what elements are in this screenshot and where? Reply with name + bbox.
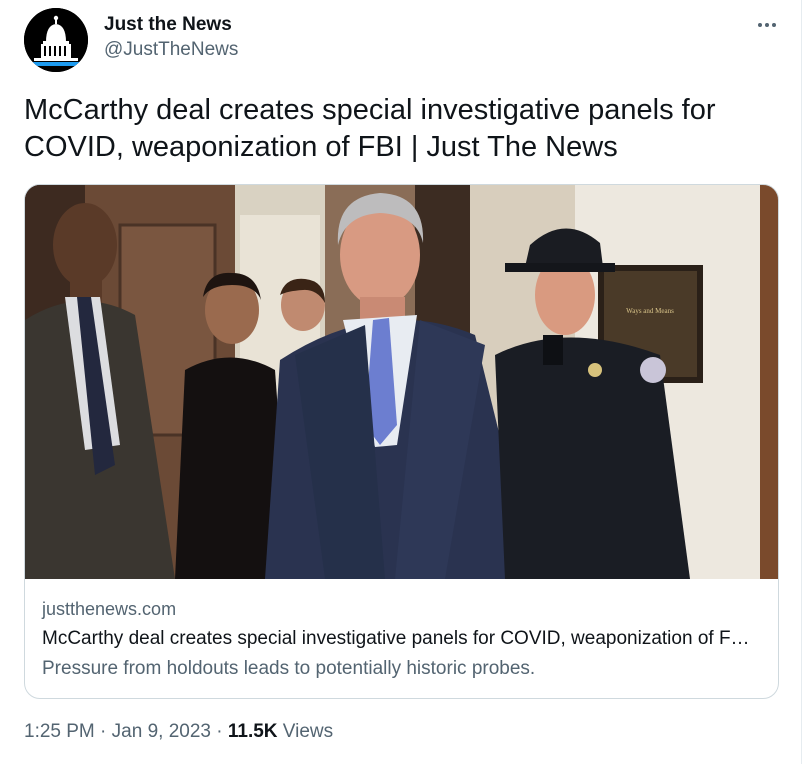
tweet-time[interactable]: 1:25 PM [24,721,95,742]
tweet-text: McCarthy deal creates special investigat… [24,94,716,163]
tweet-container: Just the News @JustTheNews McCarthy deal… [0,0,802,764]
card-domain: justthenews.com [42,599,177,619]
capitol-dome-icon [24,8,88,72]
meta-separator: · [94,721,112,742]
author-handle[interactable]: @JustTheNews [104,38,238,62]
plaque-text: Ways and Means [626,307,674,315]
views-count[interactable]: 11.5K [228,721,278,742]
views-label: Views [277,721,334,742]
card-image[interactable]: Ways and Means [25,185,778,579]
more-options-icon[interactable] [752,14,782,36]
card-description: Pressure from holdouts leads to potentia… [42,658,536,679]
link-card[interactable]: Ways and Means justthenews.com McCarthy … [24,184,779,699]
avatar[interactable] [24,8,88,72]
card-title: McCarthy deal creates special investigat… [42,628,762,649]
author-block: Just the News @JustTheNews [104,14,238,62]
author-display-name[interactable]: Just the News [104,14,238,36]
tweet-meta: 1:25 PM · Jan 9, 2023 · 11.5K Views [24,721,333,743]
tweet-date[interactable]: Jan 9, 2023 [112,721,211,742]
meta-separator: · [210,721,228,742]
